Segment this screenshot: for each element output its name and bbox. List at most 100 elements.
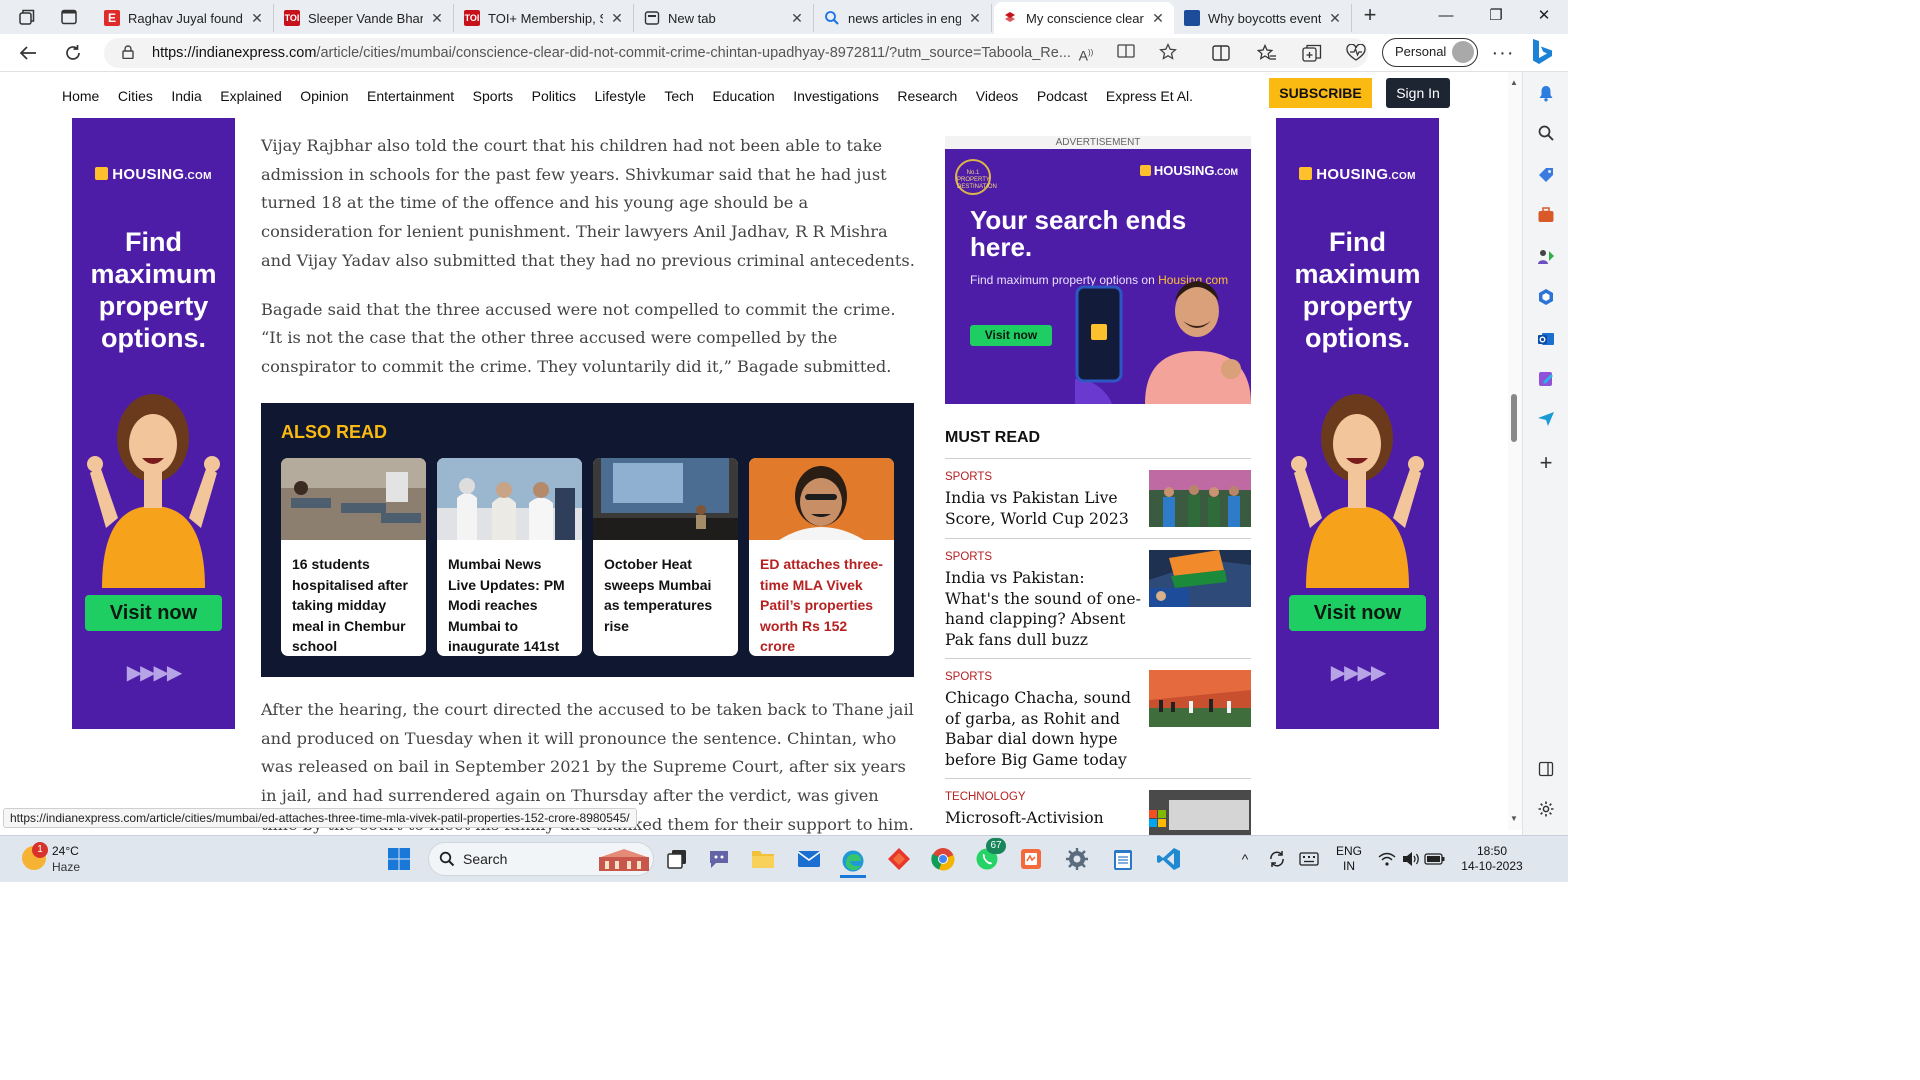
nav-item-opinion[interactable]: Opinion xyxy=(300,88,348,104)
refresh-icon[interactable] xyxy=(60,41,86,65)
chrome-icon[interactable] xyxy=(930,846,956,872)
nav-item-investigations[interactable]: Investigations xyxy=(793,88,879,104)
must-read-headline[interactable]: Microsoft-Activision xyxy=(945,808,1141,829)
nav-item-entertainment[interactable]: Entertainment xyxy=(367,88,454,104)
favorites-icon[interactable] xyxy=(1254,41,1280,65)
browser-tab[interactable]: E Raghav Juyal found s ✕ xyxy=(96,4,274,32)
left-side-ad[interactable]: HOUSING.COM Find maximum property option… xyxy=(72,118,235,729)
close-tab-icon[interactable]: ✕ xyxy=(429,10,445,27)
nav-item-express-et-al[interactable]: Express Et Al. xyxy=(1106,88,1193,104)
search-icon[interactable] xyxy=(1535,122,1557,144)
collections-icon[interactable] xyxy=(1299,41,1325,65)
browser-tab[interactable]: news articles in engl ✕ xyxy=(816,4,992,32)
taskbar-search[interactable]: Search xyxy=(428,842,654,876)
bing-copilot-icon[interactable] xyxy=(1528,37,1556,67)
category-label[interactable]: SPORTS xyxy=(945,671,992,683)
nav-item-explained[interactable]: Explained xyxy=(220,88,282,104)
sign-in-button[interactable]: Sign In xyxy=(1386,78,1450,108)
address-bar[interactable]: https://indianexpress.com/article/cities… xyxy=(104,38,1368,68)
nav-item-tech[interactable]: Tech xyxy=(664,88,694,104)
visit-now-button[interactable]: Visit now xyxy=(970,325,1052,346)
browser-tab-active[interactable]: My conscience clear, ✕ xyxy=(994,2,1174,34)
also-read-card[interactable]: ED attaches three-time MLA Vivek Patil’s… xyxy=(749,458,894,656)
nav-item-podcast[interactable]: Podcast xyxy=(1037,88,1088,104)
must-read-item[interactable]: SPORTS Chicago Chacha, sound of garba, a… xyxy=(945,658,1251,778)
nav-item-india[interactable]: India xyxy=(171,88,201,104)
show-hidden-icons-chevron-icon[interactable]: ^ xyxy=(1232,846,1258,872)
immersive-reader-icon[interactable] xyxy=(1116,43,1136,63)
restore-button[interactable]: ❐ xyxy=(1474,4,1518,28)
browser-tab[interactable]: Why boycotts eventu ✕ xyxy=(1176,4,1352,32)
browser-tab[interactable]: New tab ✕ xyxy=(636,4,814,32)
language-indicator[interactable]: ENG IN xyxy=(1334,844,1364,874)
games-icon[interactable] xyxy=(1535,246,1557,268)
nav-item-politics[interactable]: Politics xyxy=(532,88,576,104)
minimize-button[interactable]: — xyxy=(1424,4,1468,28)
sync-icon[interactable] xyxy=(1264,846,1290,872)
tools-briefcase-icon[interactable] xyxy=(1535,204,1557,226)
shopping-tag-icon[interactable] xyxy=(1535,164,1557,186)
nav-item-education[interactable]: Education xyxy=(712,88,774,104)
nav-item-videos[interactable]: Videos xyxy=(976,88,1019,104)
must-read-item[interactable]: SPORTS India vs Pakistan: What's the sou… xyxy=(945,538,1251,658)
scroll-up-arrow-icon[interactable]: ▲ xyxy=(1510,78,1518,87)
drop-send-icon[interactable] xyxy=(1535,408,1557,430)
nav-item-cities[interactable]: Cities xyxy=(118,88,153,104)
must-read-headline[interactable]: India vs Pakistan Live Score, World Cup … xyxy=(945,488,1141,529)
nav-item-home[interactable]: Home xyxy=(62,88,99,104)
new-tab-button[interactable]: + xyxy=(1358,4,1382,28)
notification-bell-icon[interactable] xyxy=(1535,82,1557,104)
close-tab-icon[interactable]: ✕ xyxy=(1327,10,1343,27)
nav-item-lifestyle[interactable]: Lifestyle xyxy=(595,88,646,104)
must-read-item[interactable]: TECHNOLOGY Microsoft-Activision xyxy=(945,778,1251,838)
browser-tab[interactable]: TOI Sleeper Vande Bhara ✕ xyxy=(276,4,454,32)
also-read-card[interactable]: Mumbai News Live Updates: PM Modi reache… xyxy=(437,458,582,656)
windows-start-icon[interactable] xyxy=(386,846,412,872)
visit-now-button[interactable]: Visit now xyxy=(85,595,222,631)
split-screen-icon[interactable] xyxy=(1208,41,1234,65)
must-read-headline[interactable]: India vs Pakistan: What's the sound of o… xyxy=(945,568,1141,650)
scrollbar-thumb[interactable] xyxy=(1511,394,1517,442)
browser-tab[interactable]: TOI TOI+ Membership, S ✕ xyxy=(456,4,634,32)
visit-now-button[interactable]: Visit now xyxy=(1289,595,1426,631)
hide-sidebar-icon[interactable] xyxy=(1535,758,1557,780)
red-diamond-app-icon[interactable] xyxy=(886,846,912,872)
close-tab-icon[interactable]: ✕ xyxy=(967,10,983,27)
also-read-card[interactable]: 16 students hospitalised after taking mi… xyxy=(281,458,426,656)
right-side-ad[interactable]: HOUSING.COM Find maximum property option… xyxy=(1276,118,1439,729)
must-read-headline[interactable]: Chicago Chacha, sound of garba, as Rohit… xyxy=(945,688,1141,770)
close-tab-icon[interactable]: ✕ xyxy=(1150,10,1166,27)
close-tab-icon[interactable]: ✕ xyxy=(609,10,625,27)
url-text[interactable]: https://indianexpress.com/article/cities… xyxy=(152,45,1072,61)
page-scrollbar[interactable]: ▲ ▼ xyxy=(1508,72,1522,830)
volume-icon[interactable] xyxy=(1398,846,1424,872)
red-pdf-app-icon[interactable] xyxy=(1018,846,1044,872)
close-tab-icon[interactable]: ✕ xyxy=(249,10,265,27)
mail-icon[interactable] xyxy=(796,846,822,872)
close-window-button[interactable]: ✕ xyxy=(1522,4,1566,28)
category-label[interactable]: SPORTS xyxy=(945,551,992,563)
close-tab-icon[interactable]: ✕ xyxy=(789,10,805,27)
weather-widget[interactable]: 1 24°C Haze xyxy=(22,842,122,878)
vscode-icon[interactable] xyxy=(1156,846,1182,872)
whatsapp-icon[interactable]: 67 xyxy=(974,838,1006,872)
more-menu-icon[interactable]: ··· xyxy=(1490,41,1516,65)
tab-actions-icon[interactable] xyxy=(58,7,80,27)
nav-item-sports[interactable]: Sports xyxy=(473,88,513,104)
also-read-card[interactable]: October Heat sweeps Mumbai as temperatur… xyxy=(593,458,738,656)
category-label[interactable]: SPORTS xyxy=(945,471,992,483)
microsoft-365-icon[interactable] xyxy=(1535,286,1557,308)
notepad-icon[interactable] xyxy=(1110,846,1136,872)
outlook-icon[interactable] xyxy=(1535,328,1557,350)
designer-icon[interactable] xyxy=(1535,368,1557,390)
category-label[interactable]: TECHNOLOGY xyxy=(945,791,1026,803)
back-arrow-icon[interactable] xyxy=(15,41,41,65)
task-view-icon[interactable] xyxy=(664,846,690,872)
scroll-down-arrow-icon[interactable]: ▼ xyxy=(1510,814,1518,823)
teams-chat-icon[interactable] xyxy=(706,846,732,872)
keyboard-icon[interactable] xyxy=(1296,846,1322,872)
read-aloud-icon[interactable]: A)) xyxy=(1076,43,1096,64)
favorite-star-icon[interactable] xyxy=(1158,42,1178,63)
browser-essentials-icon[interactable] xyxy=(1343,41,1369,65)
workspaces-icon[interactable] xyxy=(16,7,38,27)
